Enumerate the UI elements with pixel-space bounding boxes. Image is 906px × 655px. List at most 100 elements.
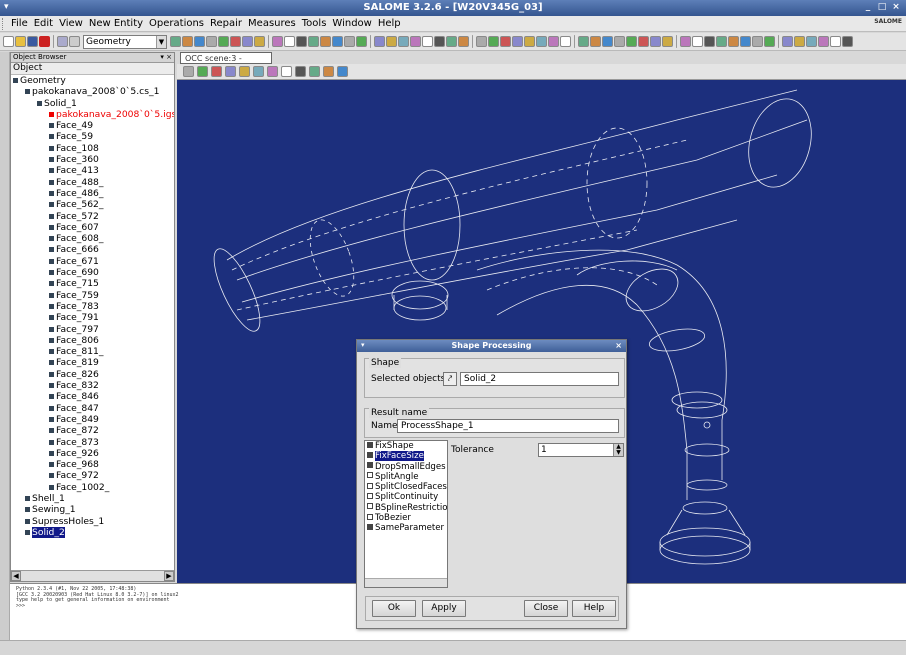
geometry-tool-icon[interactable] [536, 36, 547, 47]
geometry-tool-icon[interactable] [752, 36, 763, 47]
tree-item[interactable]: Face_488_ [11, 177, 174, 188]
geometry-tool-icon[interactable] [560, 36, 571, 47]
geometry-tool-icon[interactable] [680, 36, 691, 47]
tree-item[interactable]: SupressHoles_1 [11, 516, 174, 527]
geometry-tool-icon[interactable] [728, 36, 739, 47]
geometry-tool-icon[interactable] [782, 36, 793, 47]
geometry-tool-icon[interactable] [410, 36, 421, 47]
geometry-tool-icon[interactable] [602, 36, 613, 47]
geometry-tool-icon[interactable] [386, 36, 397, 47]
operator-checkbox[interactable] [367, 441, 373, 448]
tree-item[interactable]: Face_360 [11, 154, 174, 165]
operators-list-scrollbar[interactable] [365, 578, 447, 587]
scroll-left-icon[interactable]: ◀ [11, 571, 21, 581]
tree-item[interactable]: Face_783 [11, 301, 174, 312]
tree-item[interactable]: Shell_1 [11, 493, 174, 504]
tree-item[interactable]: Solid_1 [11, 98, 174, 109]
menu-file[interactable]: File [8, 18, 31, 29]
tree-item[interactable]: Face_849 [11, 414, 174, 425]
tree-item[interactable]: Face_832 [11, 380, 174, 391]
menu-window[interactable]: Window [329, 18, 374, 29]
tree-item[interactable]: Face_59 [11, 131, 174, 142]
operator-item[interactable]: SplitContinuity [365, 492, 447, 502]
tolerance-spinbox[interactable]: 1 ▲ ▼ [538, 443, 624, 457]
dialog-close-icon[interactable]: × [615, 340, 622, 351]
reset-view-icon[interactable] [267, 66, 278, 77]
operator-checkbox[interactable] [367, 451, 373, 458]
ok-button[interactable]: Ok [372, 600, 416, 617]
tree-item[interactable]: Solid_2 [11, 526, 174, 538]
operator-item[interactable]: BSplineRestrictio [365, 503, 448, 513]
geometry-tool-icon[interactable] [182, 36, 193, 47]
tree-item[interactable]: Face_608_ [11, 233, 174, 244]
operator-item[interactable]: SameParameter [365, 523, 447, 533]
tree-item[interactable]: Face_791 [11, 312, 174, 323]
tree-item[interactable]: Face_413 [11, 165, 174, 176]
object-browser-close-icon[interactable]: ▾ × [160, 53, 172, 62]
operator-checkbox[interactable] [367, 513, 373, 520]
geometry-tool-icon[interactable] [458, 36, 469, 47]
geometry-tool-icon[interactable] [650, 36, 661, 47]
geometry-tool-icon[interactable] [194, 36, 205, 47]
tree-item[interactable]: pakokanava_2008`0`5.cs_1 [11, 86, 174, 97]
geometry-tool-icon[interactable] [332, 36, 343, 47]
menu-tools[interactable]: Tools [299, 18, 330, 29]
tree-item[interactable]: Face_671 [11, 256, 174, 267]
operator-item[interactable]: SplitClosedFaces [365, 482, 447, 492]
open-document-icon[interactable] [15, 36, 26, 47]
geometry-tool-icon[interactable] [590, 36, 601, 47]
operator-checkbox[interactable] [367, 523, 373, 530]
clone-view-icon[interactable] [309, 66, 320, 77]
horizontal-scrollbar[interactable]: ◀ ▶ [11, 570, 174, 581]
geometry-tool-icon[interactable] [296, 36, 307, 47]
apply-button[interactable]: Apply [422, 600, 466, 617]
tree-item[interactable]: Face_926 [11, 448, 174, 459]
geometry-tool-icon[interactable] [830, 36, 841, 47]
fit-all-icon[interactable] [197, 66, 208, 77]
geometry-tool-icon[interactable] [284, 36, 295, 47]
operator-checkbox[interactable] [367, 462, 373, 469]
tree-item[interactable]: Face_873 [11, 437, 174, 448]
geometry-tool-icon[interactable] [446, 36, 457, 47]
operator-item[interactable]: DropSmallEdges [365, 462, 447, 472]
tree-item[interactable]: Face_797 [11, 324, 174, 335]
tree-item[interactable]: Face_846 [11, 391, 174, 402]
geometry-tool-icon[interactable] [806, 36, 817, 47]
geometry-tool-icon[interactable] [218, 36, 229, 47]
operators-list[interactable]: FixShape FixFaceSize DropSmallEdges SplitAn… [364, 440, 448, 588]
geometry-tool-icon[interactable] [716, 36, 727, 47]
object-column-header[interactable]: Object [11, 63, 174, 75]
tree-item[interactable]: Face_715 [11, 278, 174, 289]
menu-operations[interactable]: Operations [146, 18, 207, 29]
geometry-tool-icon[interactable] [254, 36, 265, 47]
geometry-tool-icon[interactable] [206, 36, 217, 47]
selected-objects-field[interactable]: Solid_2 [460, 372, 619, 386]
zoom-icon[interactable] [211, 66, 222, 77]
tree-item[interactable]: Face_826 [11, 369, 174, 380]
geometry-tool-icon[interactable] [638, 36, 649, 47]
viewer-tab[interactable]: OCC scene:3 - viewer:1 [180, 52, 272, 74]
menu-new-entity[interactable]: New Entity [86, 18, 146, 29]
tree-item[interactable]: Face_819 [11, 357, 174, 368]
scroll-right-icon[interactable]: ▶ [164, 571, 174, 581]
geometry-tool-icon[interactable] [740, 36, 751, 47]
tree-item[interactable]: pakokanava_2008`0`5.igs [11, 109, 174, 120]
geometry-tool-icon[interactable] [434, 36, 445, 47]
geometry-tool-icon[interactable] [794, 36, 805, 47]
tree-item[interactable]: Face_1002_ [11, 482, 174, 493]
operator-checkbox[interactable] [367, 472, 373, 479]
geometry-tool-icon[interactable] [818, 36, 829, 47]
geometry-tool-icon[interactable] [170, 36, 181, 47]
operator-item[interactable]: SplitAngle [365, 472, 447, 482]
geometry-tool-icon[interactable] [320, 36, 331, 47]
menu-measures[interactable]: Measures [245, 18, 299, 29]
menu-edit[interactable]: Edit [31, 18, 56, 29]
geometry-tool-icon[interactable] [488, 36, 499, 47]
minimize-icon[interactable]: _ [862, 1, 874, 13]
close-button[interactable]: Close [524, 600, 568, 617]
operator-item[interactable]: FixShape [365, 441, 447, 451]
tree-item[interactable]: Face_872 [11, 425, 174, 436]
tree-item[interactable]: Face_666 [11, 244, 174, 255]
tree-item[interactable]: Face_108 [11, 143, 174, 154]
top-view-icon[interactable] [295, 66, 306, 77]
